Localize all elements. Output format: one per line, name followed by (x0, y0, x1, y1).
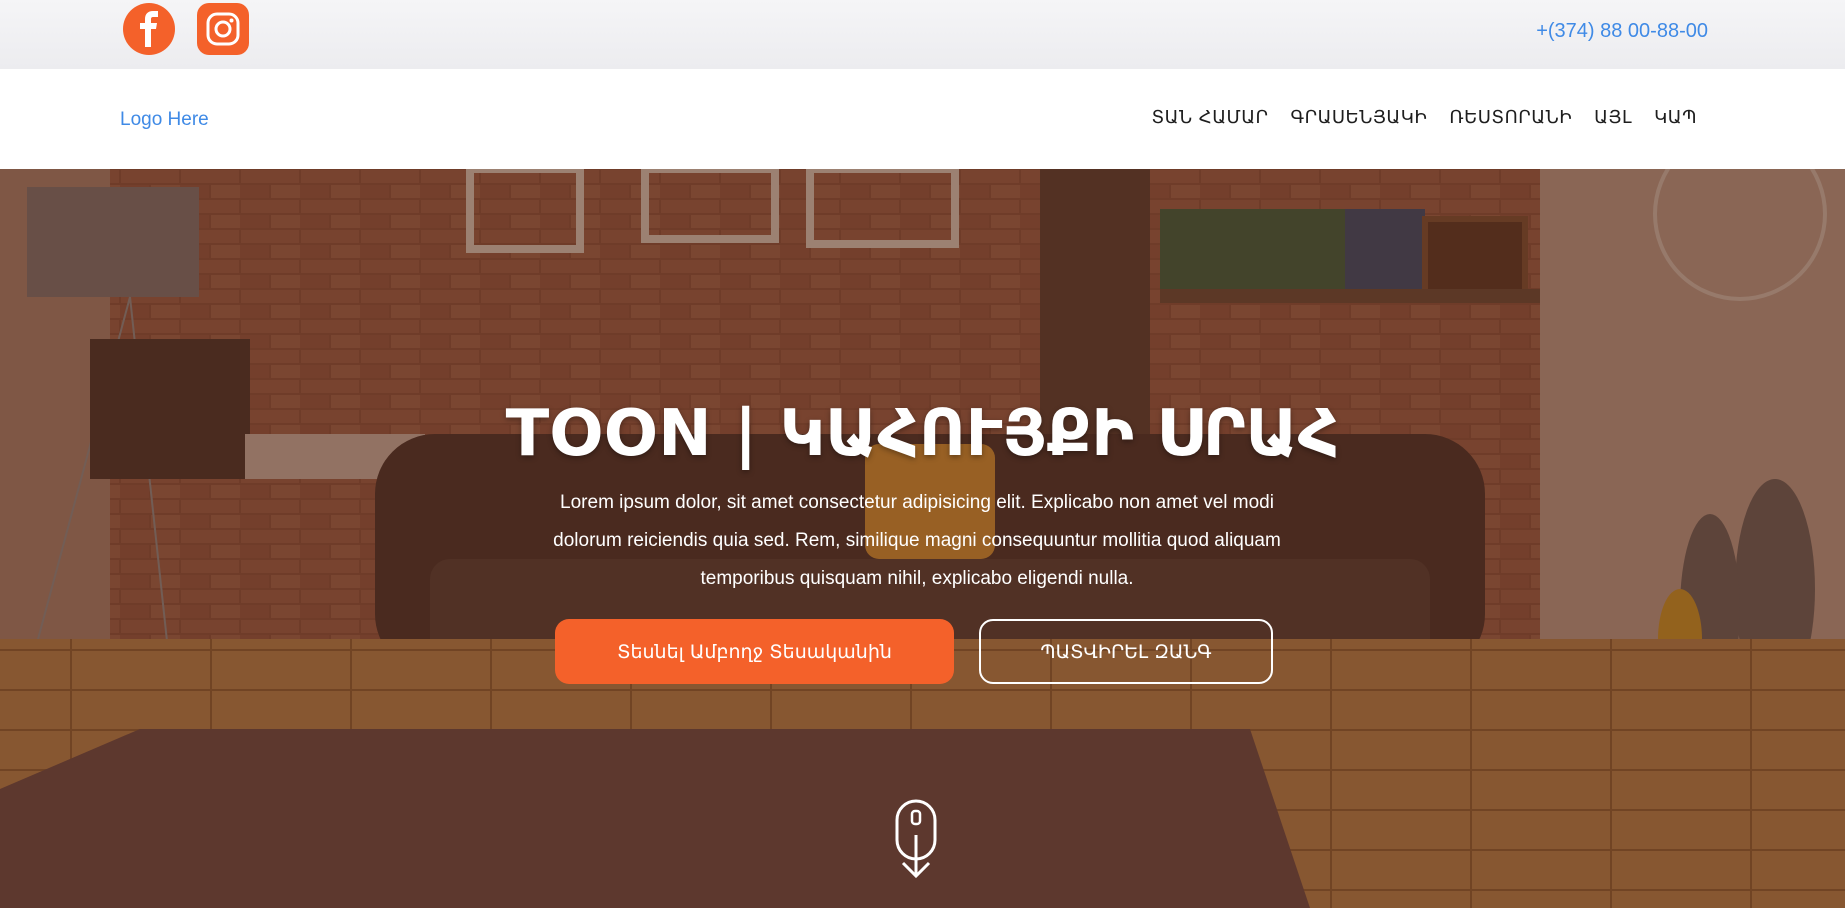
view-all-products-button[interactable]: Տեսնել Ամբողջ Տեսականին (555, 619, 954, 684)
facebook-icon[interactable] (123, 3, 175, 55)
nav-item-contact[interactable]: ԿԱՊ (1654, 107, 1697, 128)
top-bar: +(374) 88 00-88-00 (0, 0, 1845, 69)
scroll-down-icon[interactable] (893, 797, 939, 886)
phone-link[interactable]: +(374) 88 00-88-00 (1536, 20, 1708, 43)
logo[interactable]: Logo Here (120, 109, 209, 131)
nav-item-home[interactable]: ՏԱՆ ՀԱՄԱՐ (1151, 107, 1268, 128)
main-navbar: Logo Here ՏԱՆ ՀԱՄԱՐ ԳՐԱՍԵՆՅԱԿԻ ՌԵՍՏՈՐԱՆԻ… (0, 69, 1845, 169)
nav-item-other[interactable]: ԱՅԼ (1594, 107, 1632, 128)
nav-item-restaurant[interactable]: ՌԵՍՏՈՐԱՆԻ (1449, 107, 1572, 128)
instagram-icon[interactable] (197, 3, 249, 55)
nav-item-office[interactable]: ԳՐԱՍԵՆՅԱԿԻ (1291, 107, 1428, 128)
hero-section: TOON | ԿԱՀՈՒՅՔԻ ՍՐԱՀ Lorem ipsum dolor, … (0, 169, 1845, 908)
main-menu: ՏԱՆ ՀԱՄԱՐ ԳՐԱՍԵՆՅԱԿԻ ՌԵՍՏՈՐԱՆԻ ԱՅԼ ԿԱՊ (1151, 107, 1697, 128)
order-call-button[interactable]: ՊԱՏՎԻՐԵԼ ԶԱՆԳ (979, 619, 1273, 684)
hero-description: Lorem ipsum dolor, sit amet consectetur … (553, 492, 1281, 589)
hero-title: TOON | ԿԱՀՈՒՅՔԻ ՍՐԱՀ (505, 397, 1340, 471)
